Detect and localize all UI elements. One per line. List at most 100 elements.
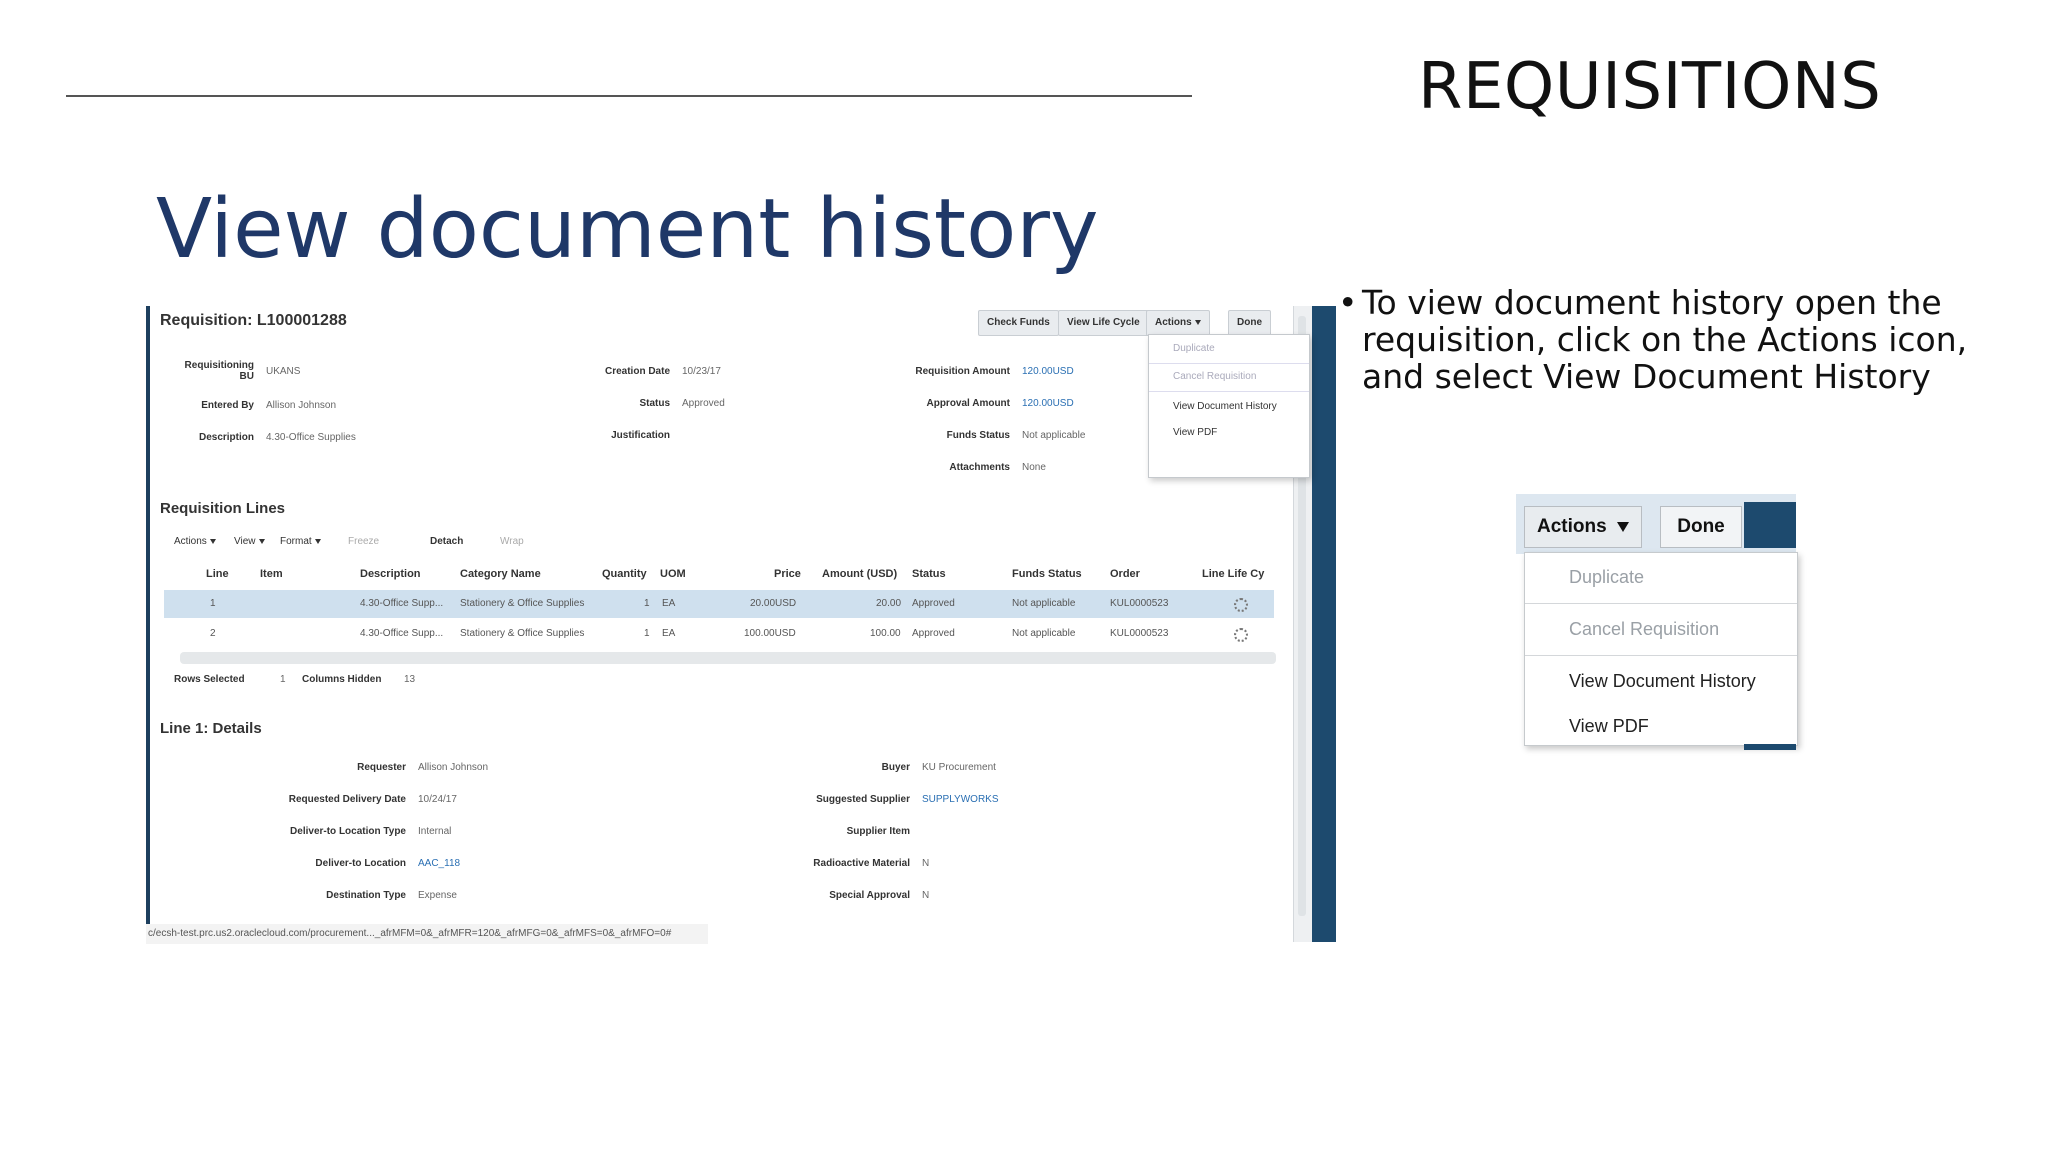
check-funds-button[interactable]: Check Funds (978, 310, 1059, 336)
zoom-actions-button[interactable]: Actions (1524, 506, 1642, 548)
rows-selected-value: 1 (280, 674, 286, 685)
done-button[interactable]: Done (1228, 310, 1271, 336)
actions-label: Actions (1155, 317, 1192, 328)
bullet-text: To view document history open the requis… (1362, 283, 1968, 396)
row-description: 4.30-Office Supp... (360, 598, 444, 609)
approval-amount-label: Approval Amount (926, 398, 1010, 409)
row-price: 100.00USD (744, 628, 796, 639)
requester-value[interactable]: Allison Johnson (418, 762, 488, 773)
menu-duplicate[interactable]: Duplicate (1173, 343, 1215, 354)
menu-cancel-requisition[interactable]: Cancel Requisition (1173, 371, 1256, 382)
freeze-button[interactable]: Freeze (348, 536, 379, 547)
wrap-button[interactable]: Wrap (500, 536, 524, 547)
requisitioning-bu-value: UKANS (266, 366, 301, 377)
col-funds-status[interactable]: Funds Status (1012, 568, 1082, 580)
col-status[interactable]: Status (912, 568, 946, 580)
zoom-menu-duplicate[interactable]: Duplicate (1569, 567, 1644, 588)
col-uom[interactable]: UOM (660, 568, 686, 580)
deliver-location-value[interactable]: AAC_118 (418, 858, 460, 869)
col-category-name[interactable]: Category Name (460, 568, 541, 580)
row-line: 1 (210, 598, 216, 609)
right-edge-bar (1312, 306, 1336, 942)
row-uom: EA (662, 628, 676, 639)
detach-button[interactable]: Detach (430, 536, 463, 547)
attachments-label: Attachments (949, 462, 1010, 473)
approval-amount-value[interactable]: 120.00USD (1022, 398, 1074, 409)
requisition-amount-label: Requisition Amount (915, 366, 1010, 377)
zoom-menu-view-document-history[interactable]: View Document History (1569, 671, 1756, 692)
row-category: Stationery & Office Supplies (460, 628, 585, 639)
life-cycle-icon[interactable] (1234, 628, 1248, 642)
row-order-link[interactable]: KUL0000523 (1110, 628, 1168, 639)
row-amount: 100.00 (870, 628, 901, 639)
requisition-screenshot: Requisition: L100001288 Check Funds View… (146, 306, 1336, 942)
actions-button[interactable]: Actions (1146, 310, 1210, 336)
zoom-menu-view-pdf[interactable]: View PDF (1569, 716, 1649, 737)
justification-label: Justification (611, 430, 670, 441)
title-divider (66, 95, 1192, 97)
special-approval-label: Special Approval (829, 890, 910, 901)
attachments-value[interactable]: None (1022, 462, 1046, 473)
row-status: Approved (912, 598, 955, 609)
columns-hidden-label: Columns Hidden (302, 674, 382, 685)
special-approval-value: N (922, 890, 930, 901)
menu-separator (1525, 603, 1797, 604)
zoom-done-button[interactable]: Done (1660, 506, 1742, 548)
bullet-dot: • (1338, 283, 1358, 322)
lines-actions-menu[interactable]: Actions (174, 536, 216, 547)
buyer-value[interactable]: KU Procurement (922, 762, 996, 773)
menu-view-pdf[interactable]: View PDF (1173, 427, 1217, 438)
row-order-link[interactable]: KUL0000523 (1110, 598, 1168, 609)
horizontal-scrollbar[interactable] (180, 652, 1276, 664)
menu-separator (1149, 391, 1309, 392)
zoom-actions-menu: Duplicate Cancel Requisition View Docume… (1524, 552, 1798, 746)
row-quantity: 1 (644, 628, 650, 639)
deliver-type-label: Deliver-to Location Type (290, 826, 406, 837)
dropdown-arrow-icon (258, 538, 265, 544)
dropdown-arrow-icon (209, 538, 216, 544)
row-price: 20.00USD (750, 598, 797, 609)
zoom-actions-label: Actions (1537, 516, 1607, 537)
radioactive-value: N (922, 858, 930, 869)
row-line: 2 (210, 628, 216, 639)
section-title: REQUISITIONS (1418, 50, 1882, 124)
status-value: Approved (682, 398, 725, 409)
menu-separator (1525, 655, 1797, 656)
col-line[interactable]: Line (206, 568, 229, 580)
requisition-amount-value: 120.00USD (1022, 366, 1074, 377)
entered-by-value[interactable]: Allison Johnson (266, 400, 336, 411)
view-life-cycle-button[interactable]: View Life Cycle (1058, 310, 1149, 336)
col-amount[interactable]: Amount (USD) (822, 568, 897, 580)
suggested-supplier-label: Suggested Supplier (816, 794, 910, 805)
entered-by-label: Entered By (201, 400, 254, 411)
destination-type-label: Destination Type (326, 890, 406, 901)
row-funds: Not applicable (1012, 628, 1076, 639)
buyer-label: Buyer (881, 762, 910, 773)
delivery-date-value: 10/24/17 (418, 794, 457, 805)
line-details-header: Line 1: Details (160, 720, 262, 737)
zoom-blue-edge (1744, 502, 1796, 548)
row-status: Approved (912, 628, 955, 639)
row-description: 4.30-Office Supp... (360, 628, 444, 639)
requisition-lines-header: Requisition Lines (160, 500, 286, 517)
col-order[interactable]: Order (1110, 568, 1140, 580)
col-item[interactable]: Item (260, 568, 283, 580)
row-funds: Not applicable (1012, 598, 1076, 609)
requisitioning-bu-label: Requisitioning BU (184, 360, 254, 382)
selected-row-highlight[interactable] (164, 590, 1274, 618)
lines-view-menu[interactable]: View (234, 536, 265, 547)
life-cycle-icon[interactable] (1234, 598, 1248, 612)
col-quantity[interactable]: Quantity (602, 568, 647, 580)
col-description[interactable]: Description (360, 568, 421, 580)
col-line-life-cycle[interactable]: Line Life Cy (1202, 568, 1264, 580)
menu-view-document-history[interactable]: View Document History (1173, 401, 1277, 412)
actions-menu: Duplicate Cancel Requisition View Docume… (1148, 334, 1310, 478)
col-price[interactable]: Price (774, 568, 801, 580)
dropdown-arrow-icon (1616, 521, 1629, 532)
radioactive-label: Radioactive Material (813, 858, 910, 869)
funds-status-label: Funds Status (946, 430, 1010, 441)
zoom-menu-cancel-requisition[interactable]: Cancel Requisition (1569, 619, 1719, 640)
lines-format-menu[interactable]: Format (280, 536, 321, 547)
suggested-supplier-value[interactable]: SUPPLYWORKS (922, 794, 999, 805)
row-category: Stationery & Office Supplies (460, 598, 585, 609)
